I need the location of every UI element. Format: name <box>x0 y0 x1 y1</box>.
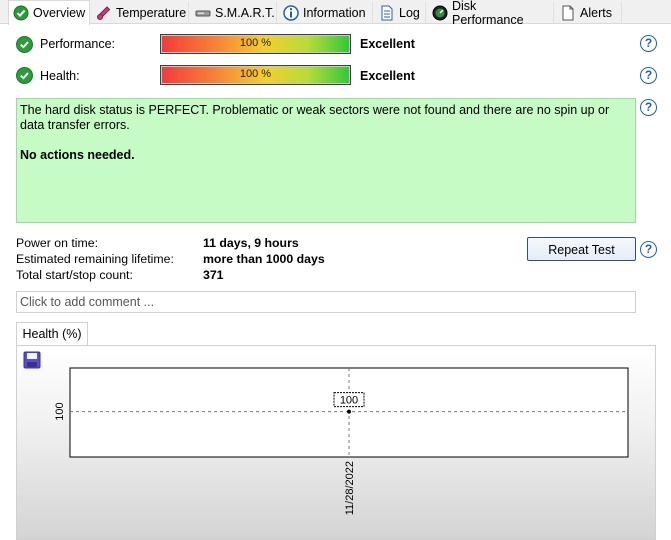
data-label: 100 <box>340 395 358 407</box>
y-tick-label: 100 <box>54 402 66 420</box>
x-tick-label: 11/28/2022 <box>344 461 356 515</box>
health-chart: 100 100 11/28/2022 <box>54 367 629 515</box>
data-point <box>347 409 351 414</box>
